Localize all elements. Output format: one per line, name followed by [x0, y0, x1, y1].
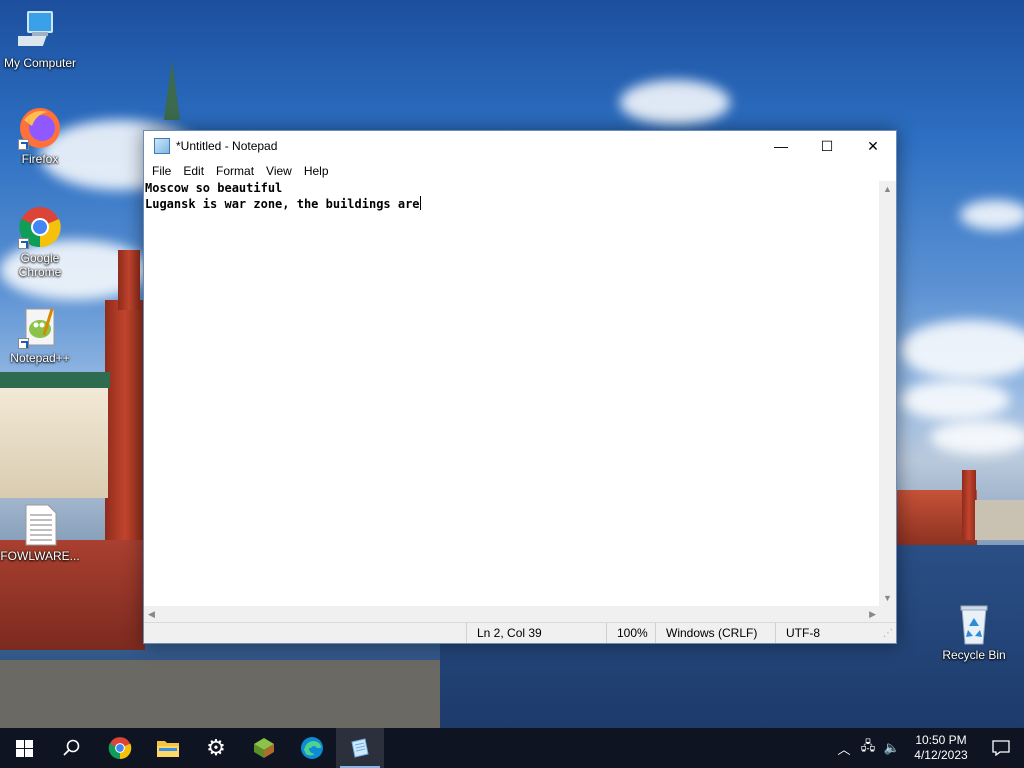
- text-line-2: Lugansk is war zone, the buildings are: [145, 196, 880, 212]
- text-line-2-content: Lugansk is war zone, the buildings are: [145, 197, 420, 211]
- menu-format[interactable]: Format: [210, 164, 260, 178]
- desktop-icon-label: My Computer: [3, 56, 77, 70]
- desktop-icon-firefox[interactable]: Firefox: [0, 106, 80, 166]
- start-button[interactable]: [0, 728, 48, 768]
- menu-edit[interactable]: Edit: [177, 164, 210, 178]
- horizontal-scrollbar[interactable]: ◀ ▶: [144, 606, 880, 623]
- desktop-icon-label: FOWLWARE...: [0, 549, 80, 563]
- desktop-icon-label: Google Chrome: [18, 251, 62, 279]
- desktop-icon-label: Recycle Bin: [942, 648, 1006, 662]
- desktop-icon-my-computer[interactable]: My Computer: [0, 10, 80, 70]
- text-caret: [419, 196, 421, 210]
- notification-icon: [992, 740, 1010, 756]
- taskbar-chrome[interactable]: [96, 728, 144, 768]
- taskbar: ⚙ ︿ 🖧 🔈 10:50 PM 4/12/2023: [0, 728, 1024, 768]
- status-encoding: UTF-8: [775, 623, 875, 643]
- scroll-left-icon[interactable]: ◀: [148, 609, 155, 620]
- shortcut-arrow-icon: [18, 338, 29, 349]
- taskbar-app[interactable]: [240, 728, 288, 768]
- status-bar: Ln 2, Col 39 100% Windows (CRLF) UTF-8 ⋰: [144, 622, 896, 643]
- windows-start-icon: [15, 739, 33, 757]
- scroll-up-icon[interactable]: ▲: [883, 184, 892, 194]
- taskbar-file-explorer[interactable]: [144, 728, 192, 768]
- menu-bar: File Edit Format View Help: [144, 161, 896, 181]
- menu-help[interactable]: Help: [298, 164, 335, 178]
- menu-file[interactable]: File: [146, 164, 177, 178]
- chrome-icon: [108, 737, 132, 759]
- desktop-icon-recycle-bin[interactable]: Recycle Bin: [934, 602, 1014, 662]
- notification-button[interactable]: [978, 740, 1024, 756]
- notepad-window[interactable]: *Untitled - Notepad — ☐ ✕ File Edit Form…: [143, 130, 897, 644]
- scroll-right-icon[interactable]: ▶: [869, 609, 876, 620]
- scrollbar-corner: [879, 606, 896, 623]
- clock[interactable]: 10:50 PM 4/12/2023: [904, 733, 978, 763]
- network-icon[interactable]: 🖧: [856, 737, 880, 759]
- minimize-button[interactable]: —: [758, 131, 804, 161]
- recycle-bin-icon: [952, 602, 996, 646]
- text-line-1: Moscow so beautiful: [145, 181, 283, 195]
- desktop-icon-label: Notepad++: [10, 351, 70, 365]
- system-tray: ︿ 🖧 🔈 10:50 PM 4/12/2023: [832, 728, 1024, 768]
- edge-icon: [301, 737, 323, 759]
- status-line-ending: Windows (CRLF): [655, 623, 775, 643]
- notepad-icon: [351, 738, 369, 758]
- clock-date: 4/12/2023: [914, 748, 968, 762]
- computer-icon: [10, 10, 62, 54]
- taskbar-edge[interactable]: [288, 728, 336, 768]
- shortcut-arrow-icon: [18, 139, 29, 150]
- status-zoom: 100%: [606, 623, 655, 643]
- gear-icon: ⚙: [206, 735, 226, 760]
- notepad-icon: [154, 138, 170, 154]
- text-file-icon: [18, 503, 62, 547]
- chrome-icon: [18, 205, 62, 249]
- close-button[interactable]: ✕: [850, 131, 896, 161]
- folder-icon: [157, 741, 179, 757]
- desktop-icon-google-chrome[interactable]: Google Chrome: [0, 205, 80, 279]
- firefox-icon: [18, 106, 62, 150]
- shortcut-arrow-icon: [18, 238, 29, 249]
- chevron-up-icon[interactable]: ︿: [832, 739, 856, 758]
- taskbar-notepad[interactable]: [336, 728, 384, 768]
- maximize-button[interactable]: ☐: [804, 131, 850, 161]
- title-bar[interactable]: *Untitled - Notepad — ☐ ✕: [144, 131, 896, 161]
- green-cube-icon: [254, 738, 274, 758]
- status-cursor-position: Ln 2, Col 39: [466, 623, 606, 643]
- menu-view[interactable]: View: [260, 164, 298, 178]
- taskbar-settings[interactable]: ⚙: [192, 728, 240, 768]
- notepadpp-icon: [18, 305, 62, 349]
- vertical-scrollbar[interactable]: ▲ ▼: [879, 181, 896, 606]
- volume-icon[interactable]: 🔈: [880, 740, 904, 756]
- desktop-icon-label: Firefox: [21, 152, 59, 166]
- text-editor-area[interactable]: Moscow so beautiful Lugansk is war zone,…: [144, 181, 880, 606]
- clock-time: 10:50 PM: [915, 733, 967, 747]
- desktop-icon-fowlware-file[interactable]: FOWLWARE...: [0, 503, 80, 563]
- search-icon: [63, 739, 80, 756]
- search-button[interactable]: [48, 728, 96, 768]
- desktop-icon-notepadpp[interactable]: Notepad++: [0, 305, 80, 365]
- scroll-down-icon[interactable]: ▼: [883, 593, 892, 603]
- resize-grip-icon[interactable]: ⋰: [875, 628, 896, 639]
- window-title: *Untitled - Notepad: [176, 139, 278, 153]
